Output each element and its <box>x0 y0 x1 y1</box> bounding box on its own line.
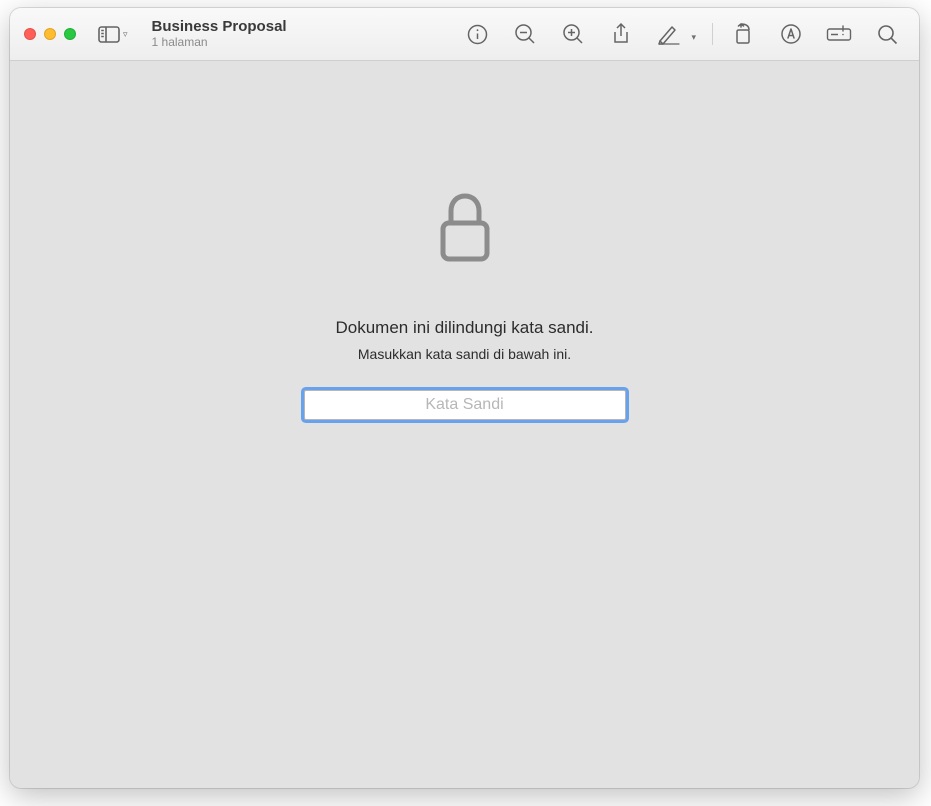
chevron-down-icon: ▿ <box>123 29 128 40</box>
highlight-icon <box>780 23 802 45</box>
markup-icon <box>657 23 681 45</box>
info-button[interactable] <box>463 20 491 48</box>
password-subheading: Masukkan kata sandi di bawah ini. <box>358 346 571 362</box>
window-controls <box>24 28 76 40</box>
form-fill-button[interactable] <box>825 20 853 48</box>
toolbar-separator <box>712 23 713 45</box>
document-subtitle: 1 halaman <box>152 36 287 50</box>
toolbar: ▾ <box>463 20 905 48</box>
highlight-button[interactable] <box>777 20 805 48</box>
rotate-button[interactable] <box>729 20 757 48</box>
minimize-button[interactable] <box>44 28 56 40</box>
sidebar-icon <box>98 26 120 43</box>
password-input[interactable] <box>304 390 626 420</box>
password-heading: Dokumen ini dilindungi kata sandi. <box>336 318 594 338</box>
content-area: Dokumen ini dilindungi kata sandi. Masuk… <box>10 61 919 788</box>
info-icon <box>467 24 488 45</box>
share-button[interactable] <box>607 20 635 48</box>
search-button[interactable] <box>873 20 901 48</box>
zoom-out-icon <box>514 23 536 45</box>
rotate-icon <box>732 23 754 45</box>
share-icon <box>611 22 631 46</box>
app-window: ▿ Business Proposal 1 halaman <box>10 8 919 788</box>
markup-button[interactable] <box>655 20 683 48</box>
password-prompt: Dokumen ini dilindungi kata sandi. Masuk… <box>10 191 919 420</box>
sidebar-toggle-button[interactable]: ▿ <box>98 26 128 43</box>
close-button[interactable] <box>24 28 36 40</box>
zoom-in-button[interactable] <box>559 20 587 48</box>
lock-icon <box>436 191 494 270</box>
document-title: Business Proposal <box>152 18 287 35</box>
search-icon <box>877 24 898 45</box>
titlebar: ▿ Business Proposal 1 halaman <box>10 8 919 61</box>
chevron-down-icon[interactable]: ▾ <box>691 32 696 48</box>
zoom-button[interactable] <box>64 28 76 40</box>
title-block: Business Proposal 1 halaman <box>152 18 287 50</box>
zoom-in-icon <box>562 23 584 45</box>
zoom-out-button[interactable] <box>511 20 539 48</box>
form-fill-icon <box>826 25 852 43</box>
